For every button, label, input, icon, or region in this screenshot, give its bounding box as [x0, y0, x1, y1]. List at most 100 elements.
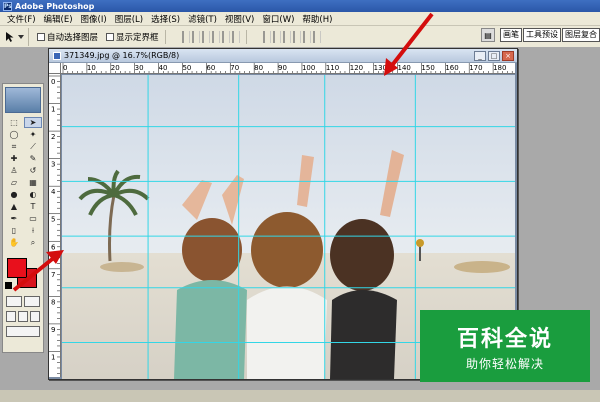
jump-row	[6, 326, 43, 337]
distribute-vcenter-icon[interactable]	[272, 30, 281, 43]
show-bounding-box-option[interactable]: 显示定界框	[106, 31, 159, 43]
align-top-edges-icon[interactable]	[181, 30, 190, 43]
distribute-right-icon[interactable]	[312, 30, 321, 43]
menu-file[interactable]: 文件(F)	[3, 13, 40, 25]
ruler-tick-label: 6	[51, 243, 56, 251]
ruler-tick-label: 3	[51, 161, 55, 169]
jump-to-imageready-icon[interactable]	[6, 326, 40, 337]
magic-wand-icon[interactable]: ✦	[24, 129, 42, 140]
dodge-icon[interactable]: ◐	[24, 189, 42, 200]
palette-tab-layer-comps[interactable]: 图层复合	[562, 28, 600, 42]
ruler-tick-label: 180	[493, 64, 506, 72]
document-title-bar[interactable]: 371349.jpg @ 16.7%(RGB/8) _ □ ×	[49, 49, 517, 63]
vertical-ruler[interactable]: 0 1 2 3 4 5 6 7 8 9 1	[49, 74, 61, 377]
ruler-tick-label: 170	[469, 64, 482, 72]
shape-icon[interactable]: ▭	[24, 213, 42, 224]
ruler-origin[interactable]	[49, 63, 61, 74]
menu-edit[interactable]: 编辑(E)	[40, 13, 77, 25]
lasso-icon[interactable]: ◯	[5, 129, 23, 140]
clone-stamp-icon[interactable]: ♙	[5, 165, 23, 176]
auto-select-layer-option[interactable]: 自动选择图层	[37, 31, 98, 43]
watermark-logo: 百科全说 助你轻松解决	[420, 310, 590, 382]
separator	[164, 29, 166, 44]
foreground-color-swatch[interactable]	[7, 258, 27, 278]
gradient-icon[interactable]: ▦	[24, 177, 42, 188]
standard-screen-mode-icon[interactable]	[6, 311, 16, 322]
ruler-tick-label: 70	[230, 64, 239, 72]
blur-icon[interactable]: ●	[5, 189, 23, 200]
document-title: 371349.jpg @ 16.7%(RGB/8)	[64, 51, 180, 60]
ruler-tick-label: 140	[398, 64, 411, 72]
app-title: Adobe Photoshop	[15, 1, 95, 11]
align-horizontal-centers-icon[interactable]	[221, 30, 230, 43]
type-icon[interactable]: T	[24, 201, 42, 212]
separator	[245, 29, 247, 44]
full-screen-menu-mode-icon[interactable]	[18, 311, 28, 322]
show-bounding-box-checkbox[interactable]	[106, 32, 115, 41]
palette-tab-tool-presets[interactable]: 工具预设	[523, 28, 561, 42]
menu-select[interactable]: 选择(S)	[147, 13, 184, 25]
brush-icon[interactable]: ✎	[24, 153, 42, 164]
tool-preset-picker[interactable]	[0, 27, 29, 46]
close-button[interactable]: ×	[502, 50, 514, 61]
path-select-icon[interactable]: ▲	[5, 201, 23, 212]
menu-image[interactable]: 图像(I)	[77, 13, 111, 25]
healing-brush-icon[interactable]: ✚	[5, 153, 23, 164]
auto-select-layer-label: 自动选择图层	[47, 32, 99, 43]
watermark-title: 百科全说	[456, 326, 553, 352]
quick-mask-row	[6, 296, 43, 307]
quick-mask-mode-icon[interactable]	[24, 296, 40, 307]
menu-filter[interactable]: 滤镜(T)	[184, 13, 221, 25]
ruler-tick-label: 7	[51, 271, 55, 279]
move-tool-icon[interactable]: ➤	[24, 117, 42, 128]
ruler-tick-label: 60	[206, 64, 215, 72]
app-title-bar: Ps Adobe Photoshop	[0, 0, 600, 12]
standard-mode-icon[interactable]	[6, 296, 22, 307]
align-left-edges-icon[interactable]	[211, 30, 220, 43]
slice-icon[interactable]: ⟋	[24, 141, 42, 152]
horizontal-ruler[interactable]: 0 10 20 30 40 50 60 70 80 90 100 110 120 130 140 150 160…	[61, 63, 515, 74]
pen-icon[interactable]: ✒	[5, 213, 23, 224]
distribute-hcenter-icon[interactable]	[302, 30, 311, 43]
history-brush-icon[interactable]: ↺	[24, 165, 42, 176]
hand-icon[interactable]: ✋	[5, 237, 23, 248]
file-browser-icon[interactable]: ▤	[481, 28, 495, 42]
distribute-bottom-icon[interactable]	[282, 30, 291, 43]
ruler-tick-label: 9	[51, 326, 55, 334]
ruler-tick-label: 1	[51, 353, 55, 361]
palette-tab-brushes[interactable]: 画笔	[500, 28, 522, 42]
ruler-tick-label: 8	[51, 298, 55, 306]
ruler-tick-label: 150	[421, 64, 434, 72]
ruler-tick-label: 0	[51, 78, 55, 86]
marquee-icon[interactable]: ⬚	[5, 117, 23, 128]
menu-layer[interactable]: 图层(L)	[111, 13, 147, 25]
menu-window[interactable]: 窗口(W)	[258, 13, 298, 25]
menu-help[interactable]: 帮助(H)	[298, 13, 336, 25]
ruler-tick-label: 80	[254, 64, 263, 72]
maximize-button[interactable]: □	[488, 50, 500, 61]
notes-icon[interactable]: ▯	[5, 225, 23, 236]
palette-well: ▤ 画笔 工具预设 图层复合	[481, 28, 600, 42]
eyedropper-icon[interactable]: ⟊	[24, 225, 42, 236]
align-vertical-centers-icon[interactable]	[191, 30, 200, 43]
ruler-tick-label: 20	[111, 64, 120, 72]
ruler-tick-label: 130	[374, 64, 387, 72]
auto-select-layer-checkbox[interactable]	[37, 32, 45, 41]
minimize-button[interactable]: _	[474, 50, 486, 61]
ruler-tick-label: 90	[278, 64, 287, 72]
zoom-icon[interactable]: ⌕	[24, 237, 42, 248]
full-screen-mode-icon[interactable]	[30, 311, 40, 322]
menu-view[interactable]: 视图(V)	[221, 13, 258, 25]
ruler-tick-label: 160	[445, 64, 458, 72]
eraser-icon[interactable]: ▱	[5, 177, 23, 188]
default-colors-icon[interactable]	[5, 282, 12, 289]
distribute-top-icon[interactable]	[262, 30, 271, 43]
crop-icon[interactable]: ⌗	[5, 141, 23, 152]
window-controls: _ □ ×	[474, 50, 514, 61]
align-bottom-edges-icon[interactable]	[201, 30, 210, 43]
ruler-tick-label: 10	[87, 64, 96, 72]
ruler-tick-label: 120	[350, 64, 363, 72]
toolbox-logo-icon[interactable]	[5, 87, 41, 113]
distribute-left-icon[interactable]	[292, 30, 301, 43]
align-right-edges-icon[interactable]	[231, 30, 240, 43]
